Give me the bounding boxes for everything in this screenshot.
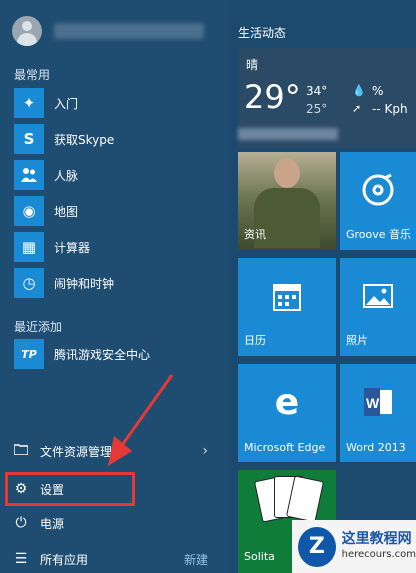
app-label: 获取Skype bbox=[54, 132, 115, 147]
edge-tile-label: Microsoft Edge bbox=[244, 441, 326, 454]
app-label: 腾讯游戏安全中心 bbox=[54, 347, 151, 362]
calculator-icon: ▦ bbox=[14, 232, 44, 262]
svg-text:W: W bbox=[366, 395, 380, 411]
calendar-tile[interactable]: 日历 bbox=[238, 258, 336, 356]
solitaire-tile-label: Solita bbox=[244, 550, 275, 563]
app-item-skype[interactable]: S 获取Skype bbox=[14, 123, 224, 155]
lightbulb-icon: ✦ bbox=[14, 88, 44, 118]
app-label: 地图 bbox=[54, 204, 79, 219]
app-item-maps[interactable]: ◉ 地图 bbox=[14, 195, 224, 227]
word-tile[interactable]: W Word 2013 bbox=[340, 364, 416, 462]
watermark-text: 这里教程网 herecours.com bbox=[342, 531, 416, 563]
weather-location-blurred bbox=[238, 128, 338, 140]
settings-highlight-box bbox=[5, 472, 135, 506]
folder-icon bbox=[12, 443, 30, 459]
file-explorer-button[interactable]: 文件资源管理器 › bbox=[12, 439, 222, 463]
app-label: 人脉 bbox=[54, 168, 79, 183]
all-apps-label: 所有应用 bbox=[40, 552, 89, 567]
app-label: 计算器 bbox=[54, 240, 91, 255]
recently-added-heading: 最近添加 bbox=[14, 320, 63, 334]
edge-icon: e bbox=[274, 381, 300, 423]
watermark-site: herecours.com bbox=[341, 548, 416, 560]
word-tile-label: Word 2013 bbox=[346, 441, 406, 454]
photos-tile-label: 照片 bbox=[346, 334, 368, 347]
app-item-people[interactable]: 人脉 bbox=[14, 159, 224, 191]
calendar-icon bbox=[238, 258, 336, 334]
weather-low: 25° bbox=[306, 102, 328, 116]
all-apps-button[interactable]: ☰ 所有应用 新建 bbox=[12, 547, 222, 571]
groove-tile-label: Groove 音乐 bbox=[346, 228, 412, 241]
photos-icon bbox=[340, 258, 416, 334]
calendar-tile-label: 日历 bbox=[244, 334, 266, 347]
news-tile[interactable]: 资讯 bbox=[238, 152, 336, 250]
power-label: 电源 bbox=[40, 516, 65, 531]
power-button[interactable]: ⏻ 电源 bbox=[12, 511, 222, 535]
start-menu-tiles-pane: 生活动态 晴 29° 34° 25° 💧 % ➚ -- Kph 资讯 Groov… bbox=[228, 0, 416, 573]
edge-tile[interactable]: e Microsoft Edge bbox=[238, 364, 336, 462]
app-item-alarms[interactable]: ◷ 闹钟和时钟 bbox=[14, 267, 224, 299]
news-tile-label: 资讯 bbox=[244, 228, 266, 241]
tp-icon: TP bbox=[14, 339, 44, 369]
watermark-logo-icon: Z bbox=[298, 526, 336, 567]
raindrop-icon: 💧 bbox=[352, 84, 366, 97]
new-badge: 新建 bbox=[183, 552, 208, 567]
weather-precip: % bbox=[372, 84, 384, 98]
alarm-clock-icon: ◷ bbox=[14, 268, 44, 298]
start-menu-left-pane: 最常用 ✦ 入门 S 获取Skype 人脉 ◉ 地图 ▦ 计算器 ◷ 闹钟和时钟… bbox=[0, 0, 228, 573]
app-label: 闹钟和时钟 bbox=[54, 276, 115, 291]
weather-condition: 晴 bbox=[246, 58, 259, 72]
app-item-calculator[interactable]: ▦ 计算器 bbox=[14, 231, 224, 263]
app-item-tencent-security[interactable]: TP 腾讯游戏安全中心 bbox=[14, 338, 224, 370]
user-name-blurred bbox=[54, 23, 204, 39]
people-icon bbox=[14, 160, 44, 190]
maps-icon: ◉ bbox=[14, 196, 44, 226]
tile-group-title: 生活动态 bbox=[238, 26, 287, 40]
app-item-get-started[interactable]: ✦ 入门 bbox=[14, 87, 224, 119]
power-icon: ⏻ bbox=[15, 515, 27, 531]
file-explorer-label: 文件资源管理器 bbox=[40, 444, 125, 459]
list-icon: ☰ bbox=[14, 551, 28, 567]
weather-temperature: 29° bbox=[244, 78, 301, 116]
app-label: 入门 bbox=[54, 96, 79, 111]
weather-wind: -- Kph bbox=[372, 102, 408, 116]
watermark-title: 这里教程网 bbox=[341, 530, 412, 547]
groove-music-tile[interactable]: Groove 音乐 bbox=[340, 152, 416, 250]
most-used-heading: 最常用 bbox=[14, 68, 51, 82]
photos-tile[interactable]: 照片 bbox=[340, 258, 416, 356]
wind-icon: ➚ bbox=[352, 102, 362, 115]
word-icon: W bbox=[340, 364, 416, 440]
groove-icon bbox=[340, 152, 416, 228]
user-account-button[interactable] bbox=[12, 14, 220, 48]
news-photo-face bbox=[274, 158, 300, 188]
skype-icon: S bbox=[14, 124, 44, 154]
user-icon bbox=[12, 16, 42, 46]
site-watermark: Z 这里教程网 herecours.com bbox=[292, 520, 416, 573]
chevron-right-icon[interactable]: › bbox=[202, 443, 208, 459]
weather-high: 34° bbox=[306, 84, 328, 98]
